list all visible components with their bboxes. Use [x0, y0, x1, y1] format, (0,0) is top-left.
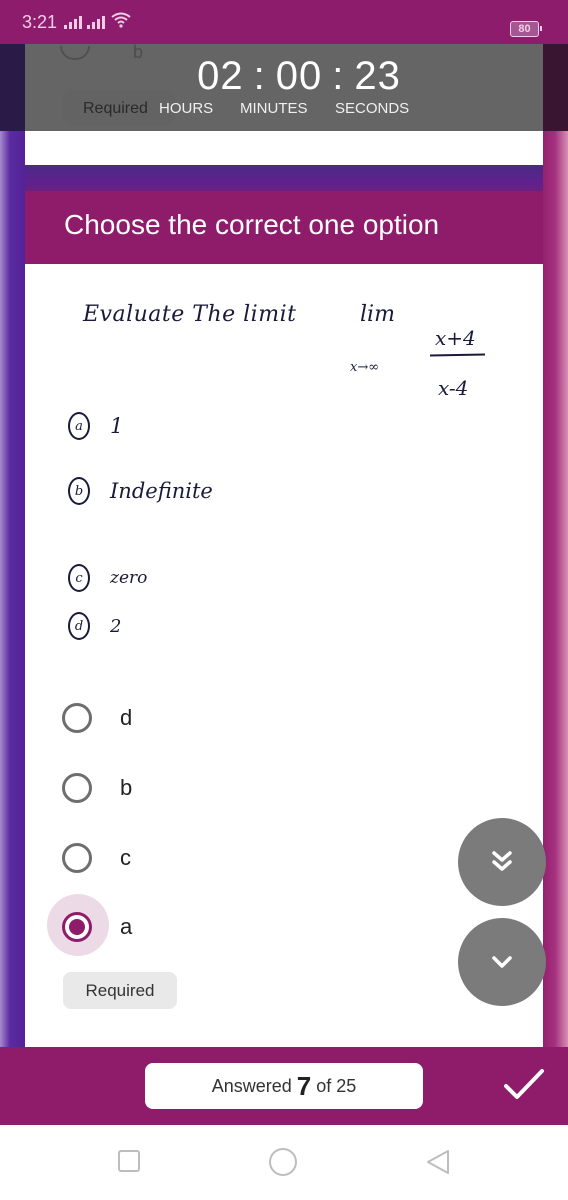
image-option: c zero	[68, 564, 147, 592]
chevron-down-icon	[492, 956, 512, 968]
answer-option-b[interactable]: b	[62, 768, 132, 808]
image-option: a 1	[68, 412, 123, 440]
radio-button[interactable]	[62, 843, 92, 873]
next-question-button[interactable]	[458, 918, 546, 1006]
image-option-text: 2	[110, 615, 122, 637]
question-header: Choose the correct one option	[25, 191, 543, 264]
timer-hours: 02	[197, 54, 244, 98]
radio-button-selected[interactable]	[62, 912, 92, 942]
image-option-letter: a	[68, 412, 90, 440]
timer-separator: :	[332, 54, 345, 98]
limit-subscript: x→∞	[350, 360, 380, 375]
fraction-bar	[429, 353, 486, 357]
image-option: d 2	[68, 612, 121, 640]
image-option-text: 1	[110, 414, 124, 438]
timer-shadow	[0, 44, 25, 131]
timer-separator: :	[253, 54, 266, 98]
question-card: Evaluate The limit lim x→∞ x+4 x-4 a 1 b…	[25, 264, 543, 1047]
timer-shadow	[543, 44, 568, 131]
status-bar: 3:21 80	[0, 0, 568, 44]
option-label: c	[120, 845, 131, 870]
radio-button[interactable]	[62, 703, 92, 733]
countdown-timer: 02:00:23 Required HOURS MINUTES SECONDS	[25, 44, 543, 131]
question-prompt: Evaluate The limit	[83, 302, 297, 327]
answer-option-c[interactable]: c	[62, 838, 131, 878]
card-gap	[25, 165, 543, 191]
timer-label-hours: HOURS	[159, 100, 214, 117]
wifi-icon	[111, 12, 131, 33]
status-time: 3:21	[22, 11, 58, 32]
timer-seconds: 23	[354, 54, 401, 98]
checkmark-icon	[504, 1069, 544, 1099]
answer-option-d[interactable]: d	[62, 698, 132, 738]
option-label: b	[120, 775, 133, 800]
image-option-letter: d	[68, 612, 90, 640]
signal-icon	[64, 15, 83, 29]
timer-label-seconds: SECONDS	[335, 100, 410, 117]
fraction-numerator: x+4	[435, 326, 476, 350]
image-option-letter: b	[68, 477, 90, 505]
required-label: Required	[83, 100, 148, 117]
timer-minutes: 00	[275, 54, 323, 98]
timer-label-minutes: MINUTES	[240, 100, 308, 117]
bottom-bar: Answered 7 of 25	[0, 1047, 568, 1125]
timer-digits: 02:00:23	[25, 54, 543, 99]
image-option-text: Indefinite	[110, 479, 213, 503]
jump-to-unanswered-button[interactable]	[458, 818, 546, 906]
submit-button[interactable]	[500, 1065, 548, 1105]
double-chevron-down-icon	[492, 851, 512, 871]
image-option: b Indefinite	[68, 477, 213, 505]
answered-progress[interactable]: Answered 7 of 25	[145, 1063, 423, 1109]
recents-square-icon[interactable]	[117, 1148, 141, 1174]
fraction-denominator: x-4	[438, 376, 469, 400]
signal-icon	[87, 15, 106, 29]
answer-option-a[interactable]: a	[62, 907, 132, 947]
system-nav-bar	[0, 1125, 568, 1200]
image-option-text: zero	[110, 568, 148, 588]
radio-button[interactable]	[62, 773, 92, 803]
answered-prefix: Answered	[211, 1075, 292, 1096]
image-option-letter: c	[68, 564, 90, 592]
answered-suffix: of 25	[316, 1075, 357, 1096]
home-circle-icon[interactable]	[268, 1148, 298, 1178]
battery-icon: 80	[510, 21, 542, 37]
answered-count: 7	[296, 1070, 312, 1101]
back-triangle-icon[interactable]	[425, 1148, 451, 1178]
option-label: d	[120, 705, 133, 730]
required-chip: Required	[63, 972, 177, 1009]
limit-operator: lim	[360, 302, 395, 327]
option-label: a	[120, 914, 133, 939]
